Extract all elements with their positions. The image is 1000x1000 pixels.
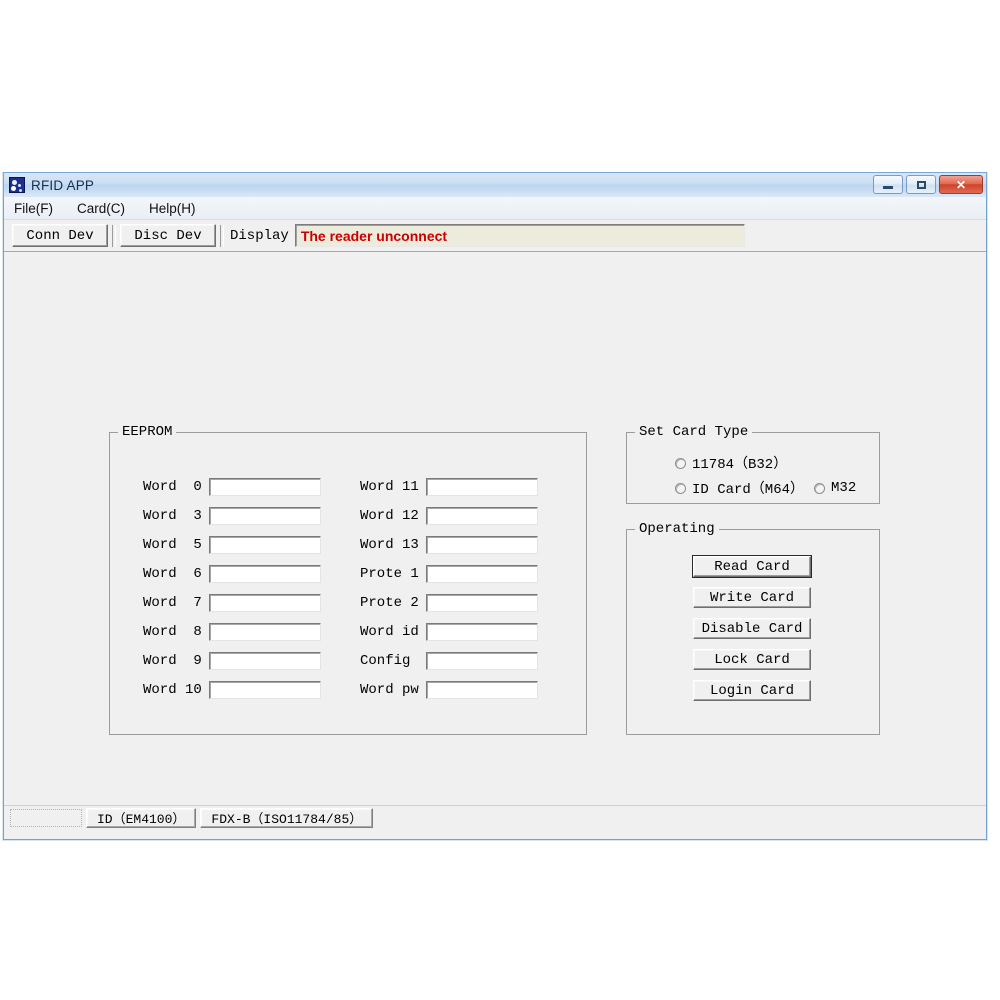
eeprom-label-word-6: Word 6 — [143, 565, 202, 582]
close-icon: ✕ — [955, 177, 967, 192]
eeprom-input-word-0[interactable] — [209, 477, 321, 496]
eeprom-label-prote-2: Prote 2 — [360, 594, 419, 611]
eeprom-input-word-13[interactable] — [426, 535, 538, 554]
disable-card-button[interactable]: Disable Card — [693, 618, 811, 639]
maximize-button[interactable] — [906, 175, 936, 194]
login-card-button[interactable]: Login Card — [693, 680, 811, 701]
status-panel-id-em4100[interactable]: ID（EM4100） — [86, 807, 197, 828]
status-bar: ID（EM4100） FDX-B（ISO11784/85） — [4, 805, 986, 829]
toolbar: Conn Dev Disc Dev Display The reader unc… — [4, 220, 986, 252]
rfid-app-icon — [9, 177, 25, 193]
menu-bar: File(F) Card(C) Help(H) — [4, 197, 986, 220]
eeprom-label-word-10: Word 10 — [143, 681, 202, 698]
eeprom-field-row-word-9: Word 9 — [143, 646, 321, 675]
eeprom-label-word-pw: Word pw — [360, 681, 419, 698]
eeprom-field-row-word-5: Word 5 — [143, 530, 321, 559]
eeprom-field-row-word-12: Word 12 — [360, 501, 538, 530]
eeprom-field-row-word-11: Word 11 — [360, 472, 538, 501]
menu-card[interactable]: Card(C) — [75, 199, 135, 218]
eeprom-input-word-11[interactable] — [426, 477, 538, 496]
eeprom-field-row-prote-2: Prote 2 — [360, 588, 538, 617]
eeprom-input-word-7[interactable] — [209, 593, 321, 612]
conn-dev-button[interactable]: Conn Dev — [12, 224, 108, 247]
operating-groupbox: Operating Read Card Write Card Disable Car… — [626, 521, 880, 735]
display-label: Display — [230, 227, 289, 244]
eeprom-input-word-6[interactable] — [209, 564, 321, 583]
eeprom-right-column: Word 11 Word 12 Word 13 Prote 1 Prote 2 Word … — [360, 472, 538, 704]
eeprom-label-word-13: Word 13 — [360, 536, 419, 553]
eeprom-field-row-word-0: Word 0 — [143, 472, 321, 501]
eeprom-input-word-12[interactable] — [426, 506, 538, 525]
eeprom-field-row-word-6: Word 6 — [143, 559, 321, 588]
eeprom-input-word-10[interactable] — [209, 680, 321, 699]
radio-id-card-m64-label[interactable]: ID Card（M64） — [692, 478, 804, 498]
eeprom-label-word-9: Word 9 — [143, 652, 202, 669]
eeprom-field-row-word-8: Word 8 — [143, 617, 321, 646]
eeprom-input-word-9[interactable] — [209, 651, 321, 670]
eeprom-field-row-word-13: Word 13 — [360, 530, 538, 559]
radio-11784-b32-label: 11784（B32） — [692, 457, 788, 473]
eeprom-left-column: Word 0 Word 3 Word 5 Word 6 Word 7 Word 8 Word… — [143, 472, 321, 704]
radio-id-card-m64-icon[interactable] — [675, 482, 686, 494]
radio-option-11784-b32[interactable]: 11784（B32） — [675, 453, 787, 473]
maximize-icon — [916, 180, 926, 189]
title-bar: RFID APP ✕ — [3, 172, 987, 197]
eeprom-label-word-7: Word 7 — [143, 594, 202, 611]
eeprom-label-prote-1: Prote 1 — [360, 565, 419, 582]
menu-help[interactable]: Help(H) — [147, 199, 206, 218]
eeprom-input-word-8[interactable] — [209, 622, 321, 641]
status-panel-fdxb[interactable]: FDX-B（ISO11784/85） — [200, 807, 374, 828]
display-status-text: The reader unconnect — [300, 227, 448, 244]
eeprom-field-row-word-7: Word 7 — [143, 588, 321, 617]
operating-groupbox-title: Operating — [635, 521, 719, 537]
toolbar-separator — [220, 224, 224, 247]
eeprom-input-prote-2[interactable] — [426, 593, 538, 612]
eeprom-field-row-prote-1: Prote 1 — [360, 559, 538, 588]
eeprom-field-row-word-3: Word 3 — [143, 501, 321, 530]
eeprom-field-row-config: Config — [360, 646, 538, 675]
eeprom-label-word-0: Word 0 — [143, 478, 202, 495]
set-card-type-groupbox: Set Card Type 11784（B32） ID Card（M64） M3… — [626, 424, 880, 504]
eeprom-label-word-5: Word 5 — [143, 536, 202, 553]
eeprom-input-word-3[interactable] — [209, 506, 321, 525]
rfid-app-window: RFID APP ✕ File(F) Card(C) Help(H) Conn … — [3, 172, 987, 840]
radio-11784-b32-icon[interactable] — [675, 457, 686, 469]
eeprom-field-row-word-10: Word 10 — [143, 675, 321, 704]
eeprom-field-row-word-id: Word id — [360, 617, 538, 646]
client-area: EEPROM Word 0 Word 3 Word 5 Word 6 Word 7 Wor… — [4, 252, 986, 829]
window-controls: ✕ — [873, 175, 983, 194]
eeprom-input-word-id[interactable] — [426, 622, 538, 641]
close-button[interactable]: ✕ — [939, 175, 983, 194]
radio-m32-icon[interactable] — [814, 482, 826, 494]
menu-file[interactable]: File(F) — [12, 199, 63, 218]
eeprom-label-word-11: Word 11 — [360, 478, 419, 495]
eeprom-label-word-id: Word id — [360, 623, 419, 640]
read-card-button[interactable]: Read Card — [692, 555, 812, 578]
eeprom-groupbox-title: EEPROM — [118, 424, 177, 440]
window-title: RFID APP — [31, 177, 95, 193]
display-status-field: The reader unconnect — [294, 224, 745, 247]
minimize-button[interactable] — [873, 175, 903, 194]
status-resize-grip — [10, 808, 82, 827]
eeprom-label-word-3: Word 3 — [143, 507, 202, 524]
minimize-icon — [883, 185, 893, 189]
eeprom-label-word-8: Word 8 — [143, 623, 202, 640]
eeprom-input-word-pw[interactable] — [426, 680, 538, 699]
eeprom-field-row-word-pw: Word pw — [360, 675, 538, 704]
operating-button-list: Read Card Write Card Disable Card Lock Card… — [692, 555, 812, 701]
disc-dev-button[interactable]: Disc Dev — [120, 224, 216, 247]
write-card-button[interactable]: Write Card — [693, 587, 811, 608]
eeprom-label-config: Config — [360, 652, 411, 669]
eeprom-groupbox: EEPROM Word 0 Word 3 Word 5 Word 6 Word 7 Wor… — [109, 424, 587, 735]
eeprom-input-word-5[interactable] — [209, 535, 321, 554]
eeprom-input-prote-1[interactable] — [426, 564, 538, 583]
radio-m32-label[interactable]: M32 — [831, 480, 856, 496]
radio-row-second: ID Card（M64） M32 — [675, 478, 856, 498]
toolbar-separator — [112, 224, 116, 247]
set-card-type-title: Set Card Type — [635, 424, 753, 440]
eeprom-input-config[interactable] — [426, 651, 538, 670]
eeprom-label-word-12: Word 12 — [360, 507, 419, 524]
lock-card-button[interactable]: Lock Card — [693, 649, 811, 670]
